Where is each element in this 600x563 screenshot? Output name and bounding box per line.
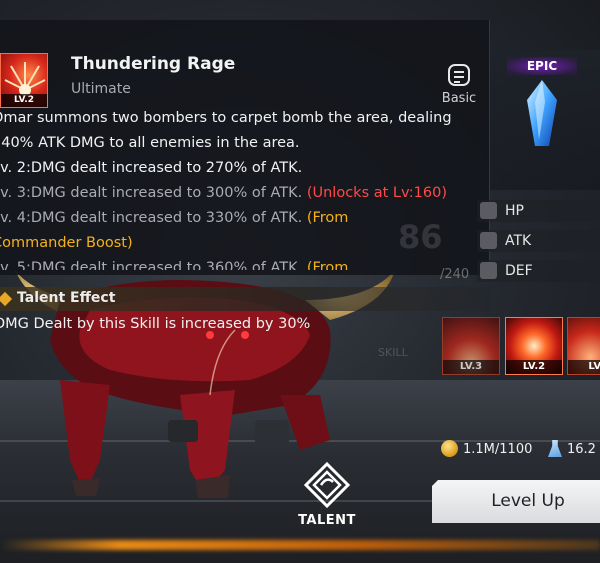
talent-effect-title: Talent Effect: [17, 290, 116, 306]
skill-tile-1[interactable]: LV.3: [442, 317, 500, 375]
crystal-icon: [527, 80, 557, 146]
skill-name: Thundering Rage: [71, 54, 236, 74]
unlock-requirement: (Unlocks at Lv:160): [306, 185, 448, 201]
gold-cost: 1.1M/1100: [441, 440, 532, 457]
description-line: Lv. 2:DMG dealt increased to 270% of ATK…: [0, 160, 303, 176]
diamond-icon: [0, 291, 13, 307]
document-icon: [448, 64, 470, 86]
description-line: Lv. 3:DMG dealt increased to 300% of ATK…: [0, 185, 448, 201]
basic-info-button[interactable]: Basic: [438, 64, 480, 108]
stat-hp: HP: [477, 200, 600, 222]
skill-caption: SKILL: [378, 346, 408, 359]
stat-atk: ATK: [477, 230, 600, 252]
description-line: Omar summons two bombers to carpet bomb …: [0, 110, 452, 126]
talent-icon: [304, 462, 350, 508]
rarity-badge: EPIC: [507, 57, 577, 75]
exp-cost: 16.2: [548, 440, 596, 457]
floor-glow-strip: [0, 540, 600, 550]
shield-icon: [480, 262, 497, 279]
skill-icon-thundering-rage: LV.2: [0, 53, 48, 108]
burst-icon: [4, 62, 46, 96]
description-line: Lv. 5:DMG dealt increased to 360% of ATK…: [0, 260, 349, 270]
talent-label: TALENT: [298, 513, 356, 528]
exp-flask-icon: [548, 440, 562, 457]
level-up-button[interactable]: Level Up: [432, 480, 600, 523]
unit-level-max: /240: [440, 267, 470, 282]
talent-effect-header: Talent Effect: [0, 287, 490, 311]
skill-tile-3[interactable]: LV.: [567, 317, 600, 375]
heart-icon: [480, 202, 497, 219]
basic-label: Basic: [441, 91, 477, 106]
skill-type: Ultimate: [71, 81, 131, 97]
unit-level-background: 86: [398, 218, 443, 256]
talent-button[interactable]: TALENT: [292, 462, 362, 530]
description-line: 240% ATK DMG to all enemies in the area.: [0, 135, 300, 151]
stat-def: DEF: [477, 260, 600, 282]
crossed-swords-icon: [480, 232, 497, 249]
gold-coin-icon: [441, 440, 458, 457]
source-note: (From: [306, 210, 349, 226]
skill-tile-2[interactable]: LV.2: [505, 317, 563, 375]
talent-effect-text: DMG Dealt by this Skill is increased by …: [0, 316, 311, 332]
